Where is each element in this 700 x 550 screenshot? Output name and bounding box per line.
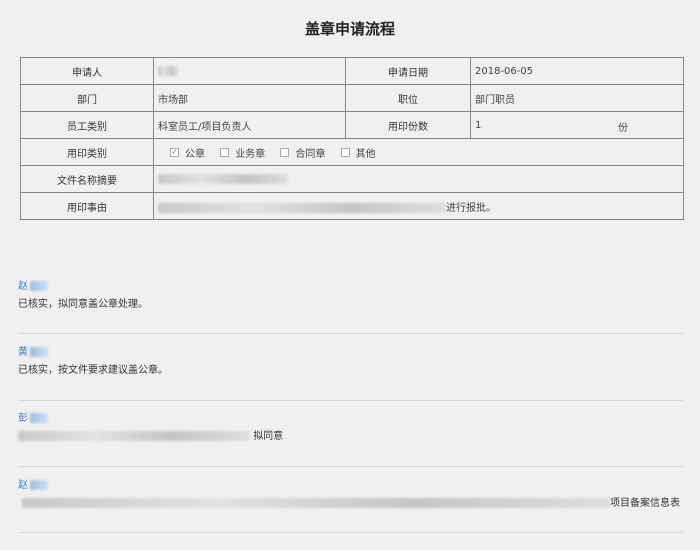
page-title: 盖章申请流程: [304, 20, 395, 38]
opinion-item: 赵 项目备案信息表: [18, 479, 683, 511]
form-row-seal-type: 用印类别 ✓ 公章 业务章 合同章 其他: [20, 138, 684, 166]
reason-suffix: 进行报批。: [446, 202, 496, 214]
seal-option-label: 公章: [185, 148, 205, 160]
opinion-text-row: 项目备案信息表: [18, 497, 683, 511]
opinion-text: 已核实，拟同意盖公章处理。: [18, 299, 148, 310]
applicant-label: 申请人: [20, 57, 154, 85]
department-label: 部门: [20, 84, 154, 112]
opinion-item: 赵 已核实，拟同意盖公章处理。: [18, 280, 683, 312]
doc-summary-value: [153, 165, 684, 193]
copies-label: 用印份数: [345, 111, 471, 139]
copies-cell: 1 份: [470, 111, 684, 139]
seal-option-label: 合同章: [295, 148, 326, 160]
divider: [18, 400, 683, 401]
form-row-department: 部门 市场部 职位 部门职员: [20, 84, 684, 112]
seal-type-options: ✓ 公章 业务章 合同章 其他: [153, 138, 684, 166]
opinion-text: 项目备案信息表: [610, 498, 680, 509]
seal-type-label: 用印类别: [20, 138, 154, 166]
copies-value: 1: [475, 119, 482, 131]
reason-value: 进行报批。: [153, 192, 684, 220]
seal-option-label: 其他: [355, 148, 376, 160]
opinion-approver[interactable]: 黄: [18, 346, 683, 360]
staff-type-label: 员工类别: [20, 111, 154, 139]
doc-summary-label: 文件名称摘要: [20, 165, 154, 193]
department-value: 市场部: [153, 84, 346, 112]
applicant-value: [153, 57, 346, 85]
divider: [18, 466, 683, 467]
opinion-approver[interactable]: 彭: [18, 412, 683, 426]
opinion-approver[interactable]: 赵: [18, 280, 683, 294]
divider: [18, 532, 683, 533]
form-row-reason: 用印事由 进行报批。: [20, 192, 684, 220]
divider: [18, 333, 683, 334]
opinion-approver[interactable]: 赵: [18, 479, 683, 493]
seal-option-checkbox-official[interactable]: ✓: [170, 147, 179, 157]
opinion-item: 黄 已核实，按文件要求建议盖公章。: [18, 346, 683, 378]
seal-option-checkbox-business[interactable]: [220, 147, 230, 157]
opinion-text: 已核实，按文件要求建议盖公章。: [18, 365, 168, 376]
opinion-text: 拟同意: [253, 431, 284, 442]
seal-option-checkbox-contract[interactable]: [280, 147, 290, 157]
apply-date-label: 申请日期: [345, 57, 471, 85]
form-row-applicant: 申请人 申请日期 2018-06-05: [20, 57, 684, 85]
position-label: 职位: [345, 84, 471, 112]
form-row-staff-type: 员工类别 科室员工/项目负责人 用印份数 1 份: [20, 111, 684, 139]
copies-unit: 份: [618, 123, 628, 134]
seal-application-form: 申请人 申请日期 2018-06-05 部门 市场部 职位 部门职员 员工类别 …: [20, 57, 684, 220]
seal-option-checkbox-other[interactable]: [340, 147, 350, 157]
apply-date-value: 2018-06-05: [470, 57, 684, 85]
opinion-text-row: 拟同意: [18, 430, 683, 444]
position-value: 部门职员: [470, 84, 684, 112]
seal-option-label: 业务章: [235, 148, 266, 160]
opinion-item: 彭 拟同意: [18, 412, 683, 444]
staff-type-value: 科室员工/项目负责人: [153, 111, 346, 139]
reason-label: 用印事由: [20, 192, 154, 220]
form-row-doc-summary: 文件名称摘要: [20, 165, 684, 193]
